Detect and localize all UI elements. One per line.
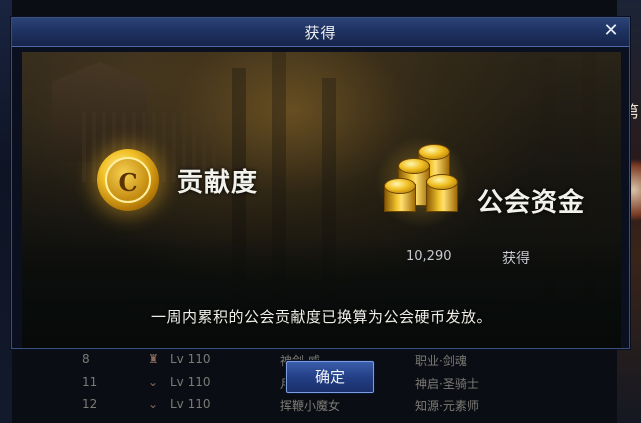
guild-fund-amount: 10,290: [406, 249, 452, 264]
list-item: 12 ⌄ Lv 110 挥鞭小魔女 知源·元素师: [82, 397, 479, 413]
reward-panel: C 贡献度 公会资金 10,290 获得 一周内累积的公会贡献度已换算为公会硬币…: [22, 52, 621, 348]
guild-fund-status: 获得: [502, 251, 530, 267]
confirm-button[interactable]: 确定: [286, 361, 374, 393]
reward-dialog: 获得 ✕ C 贡献度 公会资金 10,290 获得 一周内累积的公会贡献度已换算…: [11, 17, 630, 349]
close-icon[interactable]: ✕: [601, 21, 621, 41]
contribution-label: 贡献度: [177, 168, 259, 198]
chevron-icon: ⌄: [148, 397, 159, 411]
dialog-titlebar: 获得 ✕: [12, 18, 629, 47]
chevron-icon: ⌄: [148, 375, 159, 389]
guild-fund-label: 公会资金: [477, 188, 586, 218]
class-icon: ♜: [148, 352, 159, 366]
contribution-coin-icon: C: [97, 149, 159, 211]
contribution-coin-letter: C: [118, 168, 138, 197]
gold-coins-icon: [382, 140, 462, 220]
background-ground: [22, 238, 621, 348]
notice-text: 一周内累积的公会贡献度已换算为公会硬币发放。: [150, 308, 492, 326]
dialog-title: 获得: [304, 24, 337, 42]
